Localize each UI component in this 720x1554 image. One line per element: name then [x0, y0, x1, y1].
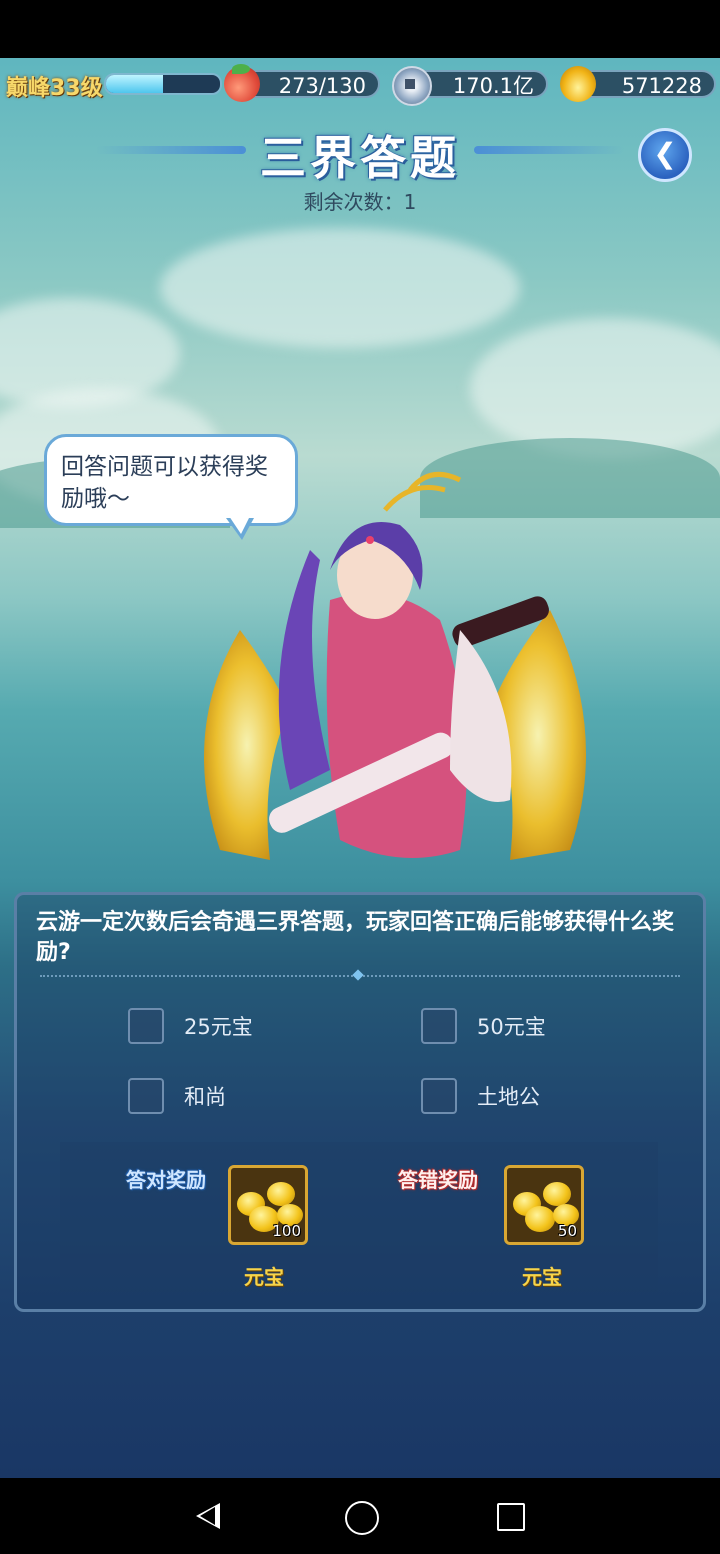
correct-reward-item[interactable]: 100	[228, 1165, 308, 1245]
peach-icon	[224, 64, 260, 102]
answer-label: 土地公	[477, 1085, 540, 1109]
gold-ingot-value: 571228	[621, 74, 702, 98]
nav-back-icon[interactable]	[196, 1503, 220, 1529]
wrong-reward-item[interactable]: 50	[504, 1165, 584, 1245]
wrong-reward-name: 元宝	[522, 1265, 562, 1289]
peach-value: 273/130	[278, 74, 366, 98]
page-title: 三界答题	[260, 131, 460, 185]
silver-coin-icon	[392, 66, 432, 106]
answer-option-4[interactable]: 土地公	[421, 1076, 540, 1116]
answer-checkbox[interactable]	[421, 1078, 457, 1114]
answer-label: 25元宝	[184, 1015, 253, 1039]
silver-counter[interactable]: 170.1亿	[392, 66, 548, 106]
goddess-character-illustration	[204, 471, 586, 860]
status-bar	[0, 0, 720, 58]
peach-counter[interactable]: 273/130	[224, 64, 380, 102]
xp-bar-fill	[106, 75, 163, 93]
player-level: 巅峰33级	[6, 76, 103, 101]
correct-reward-label: 答对奖励	[126, 1168, 206, 1192]
back-arrow-icon: ❮	[653, 137, 677, 170]
answer-label: 和尚	[184, 1085, 226, 1109]
item-quantity: 100	[272, 1222, 301, 1240]
wrong-reward-label: 答错奖励	[398, 1168, 478, 1192]
gold-ingot-icon	[560, 66, 596, 102]
correct-reward-name: 元宝	[244, 1265, 284, 1289]
gold-ingot-icon	[267, 1182, 295, 1206]
gold-ingot-icon	[525, 1206, 555, 1232]
silver-value: 170.1亿	[452, 74, 534, 98]
nav-recent-apps-icon[interactable]	[497, 1503, 525, 1531]
xp-bar	[104, 73, 222, 95]
remaining-attempts: 剩余次数：1	[303, 190, 417, 214]
gold-ingot-counter[interactable]: 571228	[560, 66, 716, 102]
answer-checkbox[interactable]	[128, 1008, 164, 1044]
answer-option-1[interactable]: 25元宝	[128, 1006, 253, 1046]
question-text: 云游一定次数后会奇遇三界答题，玩家回答正确后能够获得什么奖励?	[36, 910, 675, 965]
answer-option-2[interactable]: 50元宝	[421, 1006, 546, 1046]
answer-label: 50元宝	[477, 1015, 546, 1039]
nav-home-icon[interactable]	[345, 1501, 379, 1535]
back-button[interactable]: ❮	[638, 128, 692, 182]
game-screen: 巅峰33级 273/130 170.1亿 571228 三界答题 剩余次数：1 …	[0, 0, 720, 1554]
item-quantity: 50	[557, 1222, 577, 1240]
answer-checkbox[interactable]	[128, 1078, 164, 1114]
answer-checkbox[interactable]	[421, 1008, 457, 1044]
answer-option-3[interactable]: 和尚	[128, 1076, 226, 1116]
gold-ingot-icon	[543, 1182, 571, 1206]
